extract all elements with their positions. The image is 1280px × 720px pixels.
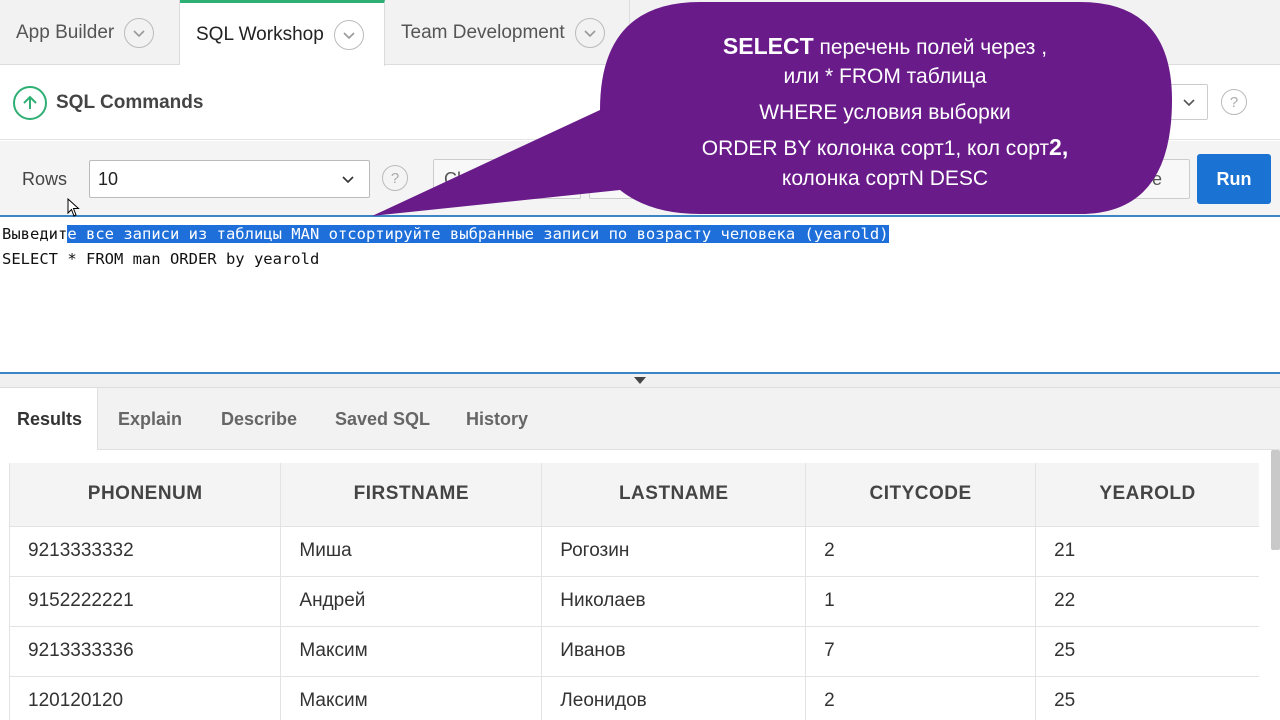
tab-history-label: History [466, 408, 529, 429]
table-cell: 1 [805, 576, 1037, 627]
table-row: 120120120 Максим Леонидов 2 25 [10, 676, 1259, 720]
table-cell: Иванов [541, 626, 807, 677]
rows-help-icon[interactable]: ? [382, 165, 408, 191]
bubble-line-4-text: ORDER BY колонка сорт1, кол сорт [701, 137, 1050, 161]
tab-explain-label: Explain [118, 408, 183, 429]
table-cell: Леонидов [541, 676, 807, 720]
run-label: Run [1216, 168, 1252, 189]
column-header[interactable]: YEAROLD [1035, 463, 1259, 527]
bubble-line-1-text: перечень полей через , [813, 36, 1048, 59]
table-cell: Миша [280, 526, 543, 577]
table-cell: Максим [280, 626, 543, 677]
tab-describe[interactable]: Describe [221, 388, 297, 450]
mouse-cursor-icon [67, 198, 80, 217]
chevron-down-icon [1183, 99, 1195, 107]
tab-saved-sql-label: Saved SQL [335, 408, 431, 429]
table-cell: 9213333336 [10, 626, 282, 677]
table-cell: 25 [1035, 626, 1259, 677]
pane-splitter[interactable] [0, 374, 1280, 388]
rows-select[interactable]: 10 [89, 160, 370, 198]
collapse-arrow-icon[interactable] [634, 377, 646, 384]
chevron-down-icon[interactable] [124, 17, 155, 48]
tab-team-development-label: Team Development [401, 21, 565, 43]
column-header[interactable]: FIRSTNAME [280, 463, 543, 527]
tab-sql-workshop[interactable]: SQL Workshop [180, 0, 385, 66]
table-cell: 25 [1035, 676, 1259, 720]
tab-results[interactable]: Results [0, 388, 98, 450]
tab-describe-label: Describe [221, 408, 298, 429]
table-cell: 7 [805, 626, 1037, 677]
table-cell: 2 [805, 676, 1037, 720]
table-cell: Андрей [280, 576, 543, 627]
table-row: 9213333332 Миша Рогозин 2 21 [10, 526, 1259, 577]
bubble-line-5: колонка сортN DESC [781, 166, 989, 190]
tab-sql-workshop-label: SQL Workshop [196, 23, 324, 45]
chevron-down-icon [342, 176, 354, 184]
table-cell: Николаев [541, 576, 807, 627]
table-header-row: PHONENUM FIRSTNAME LASTNAME CITYCODE YEA… [10, 463, 1259, 527]
editor-line-1-unselected: Выведит [2, 225, 68, 243]
tab-app-builder-label: App Builder [16, 21, 115, 43]
table-row: 9152222221 Андрей Николаев 1 22 [10, 576, 1259, 627]
page-title: SQL Commands [56, 92, 204, 113]
bubble-line-2: или * FROM таблица [783, 65, 987, 89]
sql-editor[interactable]: Выведите все записи из таблицы MAN отсор… [0, 218, 1280, 374]
bubble-keyword-select: SELECT [722, 33, 814, 59]
tab-results-label: Results [17, 408, 83, 429]
column-header[interactable]: PHONENUM [10, 463, 282, 527]
chevron-down-icon[interactable] [333, 19, 364, 50]
bubble-line-3: WHERE условия выборки [759, 100, 1011, 124]
results-table: PHONENUM FIRSTNAME LASTNAME CITYCODE YEA… [10, 463, 1259, 720]
table-cell: 2 [805, 526, 1037, 577]
tab-team-development[interactable]: Team Development [385, 0, 630, 65]
table-cell: 21 [1035, 526, 1259, 577]
column-header[interactable]: CITYCODE [805, 463, 1037, 527]
help-icon[interactable]: ? [1221, 89, 1247, 115]
bubble-line-4-bold: 2, [1049, 134, 1069, 161]
table-cell: 120120120 [10, 676, 282, 720]
table-cell: Максим [280, 676, 543, 720]
clear-command-label: Cl [444, 169, 461, 189]
rows-select-value: 10 [98, 169, 119, 189]
bubble-line-1: SELECT перечень полей через , [600, 30, 1170, 62]
table-cell: Рогозин [541, 526, 807, 577]
result-tabs: Results Explain Describe Saved SQL Histo… [0, 388, 1280, 450]
table-cell: 22 [1035, 576, 1259, 627]
table-cell: 9213333332 [10, 526, 282, 577]
table-row: 9213333336 Максим Иванов 7 25 [10, 626, 1259, 677]
up-arrow-icon[interactable] [13, 86, 47, 120]
column-header[interactable]: LASTNAME [541, 463, 807, 527]
speech-bubble-text: SELECT перечень полей через , или * FROM… [600, 30, 1170, 193]
vertical-scrollbar[interactable] [1271, 450, 1280, 550]
run-button[interactable]: Run [1197, 154, 1271, 204]
tab-app-builder[interactable]: App Builder [0, 0, 180, 65]
bubble-line-4: ORDER BY колонка сорт1, кол сорт2, [600, 131, 1170, 163]
editor-selection: е все записи из таблицы MAN отсортируйте… [67, 225, 889, 243]
results-table-container: PHONENUM FIRSTNAME LASTNAME CITYCODE YEA… [9, 463, 1259, 720]
tab-explain[interactable]: Explain [118, 388, 182, 450]
tab-history[interactable]: History [466, 388, 528, 450]
tab-saved-sql[interactable]: Saved SQL [335, 388, 430, 450]
editor-line-2[interactable]: SELECT * FROM man ORDER by yearold [2, 250, 319, 268]
clear-command-button[interactable]: Cl [433, 159, 581, 199]
editor-line-1[interactable]: Выведите все записи из таблицы MAN отсор… [2, 225, 889, 243]
rows-label: Rows [22, 169, 68, 189]
table-cell: 9152222221 [10, 576, 282, 627]
